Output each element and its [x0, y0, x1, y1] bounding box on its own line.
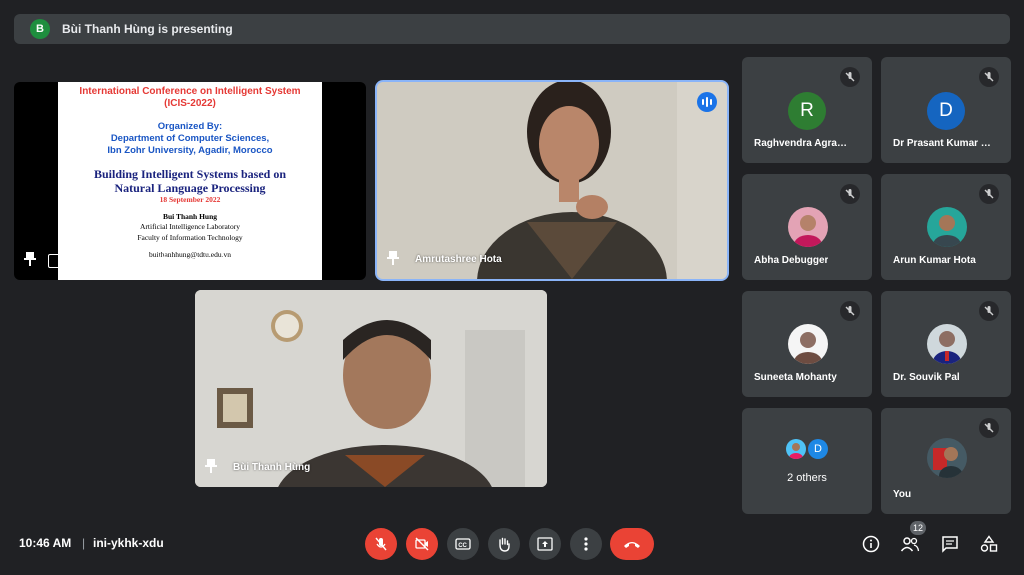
presenter-avatar: B: [30, 19, 50, 39]
captions-button[interactable]: CC: [447, 528, 479, 560]
people-icon: [900, 537, 920, 552]
avatar-small: D: [808, 439, 828, 459]
participant-video: [377, 82, 727, 279]
slide-title-line2: Natural Language Processing: [114, 181, 266, 195]
mic-toggle-button[interactable]: [365, 528, 397, 560]
slide-title-line1: Building Intelligent Systems based on: [93, 167, 287, 181]
self-tile[interactable]: You: [881, 408, 1011, 514]
presentation-label: Bùi Thanh Hùng (Presentation): [78, 255, 226, 266]
presentation-icon: [48, 254, 64, 268]
mic-off-icon: [979, 418, 999, 438]
avatar: D: [927, 92, 965, 130]
slide-conference-abbrev: (ICIS-2022): [164, 98, 216, 109]
avatar: [788, 207, 828, 247]
participant-tile[interactable]: Dr. Souvik Pal: [881, 291, 1011, 397]
participant-name: Dr. Souvik Pal: [893, 372, 960, 383]
avatar: [788, 324, 828, 364]
present-screen-icon: [537, 537, 553, 551]
info-icon: [862, 535, 880, 553]
camera-off-icon: [415, 537, 429, 551]
avatar: [927, 438, 967, 478]
avatar-small: [786, 439, 806, 459]
camera-toggle-button[interactable]: [406, 528, 438, 560]
pin-icon[interactable]: [387, 251, 399, 265]
svg-text:CC: CC: [458, 543, 467, 549]
participant-tile[interactable]: R Raghvendra Agra…: [742, 57, 872, 163]
participant-name: Bùi Thanh Hùng: [233, 462, 311, 473]
participant-name: Amrutashree Hota: [415, 254, 502, 265]
others-tile[interactable]: D 2 others: [742, 408, 872, 514]
presentation-tile[interactable]: International Conference on Intelligent …: [14, 82, 366, 280]
activities-button[interactable]: [979, 534, 999, 554]
slide-organized-by: Organized By:: [157, 121, 223, 132]
hand-icon: [499, 537, 510, 552]
activities-icon: [980, 535, 998, 552]
chat-button[interactable]: [940, 534, 960, 554]
speaking-indicator-icon: [697, 92, 717, 112]
slide-conference-line: International Conference on Intelligent …: [79, 86, 301, 97]
mic-off-icon: [979, 301, 999, 321]
video-tile-bui[interactable]: Bùi Thanh Hùng: [195, 290, 547, 487]
avatar: R: [788, 92, 826, 130]
video-tile-amrutashree[interactable]: Amrutashree Hota: [377, 82, 727, 279]
others-count: 2 others: [787, 472, 827, 484]
mic-off-icon: [840, 184, 860, 204]
leave-call-button[interactable]: [610, 528, 654, 560]
mic-off-icon: [840, 67, 860, 87]
participant-tile[interactable]: Arun Kumar Hota: [881, 174, 1011, 280]
slide-author: Bui Thanh Hung: [162, 212, 218, 221]
participant-name: Arun Kumar Hota: [893, 255, 976, 266]
people-button[interactable]: [900, 534, 920, 554]
participant-tile[interactable]: Abha Debugger: [742, 174, 872, 280]
slide-org-university: Ibn Zohr University, Agadir, Morocco: [107, 145, 273, 156]
mic-off-icon: [375, 537, 387, 551]
participant-tile[interactable]: D Dr Prasant Kumar …: [881, 57, 1011, 163]
slide-org-dept: Department of Computer Sciences,: [110, 133, 270, 144]
participant-name: You: [893, 489, 912, 500]
pin-icon[interactable]: [24, 252, 36, 266]
avatar: [927, 324, 967, 364]
meeting-code: ini-ykhk-xdu: [93, 536, 164, 550]
participant-video: [195, 290, 547, 487]
slide-affiliation-faculty: Faculty of Information Technology: [137, 233, 243, 242]
clock: 10:46 AM: [19, 536, 72, 550]
pin-icon[interactable]: [205, 459, 217, 473]
raise-hand-button[interactable]: [488, 528, 520, 560]
separator: |: [82, 536, 86, 550]
mic-off-icon: [840, 301, 860, 321]
more-options-button[interactable]: [570, 528, 602, 560]
mic-off-icon: [979, 67, 999, 87]
chat-icon: [942, 536, 958, 553]
slide-date: 18 September 2022: [159, 195, 221, 204]
presenting-banner: B Bùi Thanh Hùng is presenting: [14, 14, 1010, 44]
participant-name: Dr Prasant Kumar …: [893, 138, 991, 149]
hang-up-icon: [624, 542, 640, 548]
participant-name: Raghvendra Agra…: [754, 138, 847, 149]
presentation-slide: International Conference on Intelligent …: [58, 82, 322, 280]
participant-name: Abha Debugger: [754, 255, 829, 266]
more-vert-icon: [584, 537, 588, 551]
meeting-details-button[interactable]: [861, 534, 881, 554]
participant-count-badge: 12: [910, 521, 926, 535]
mic-off-icon: [979, 184, 999, 204]
avatar: [927, 207, 967, 247]
participant-name: Suneeta Mohanty: [754, 372, 837, 383]
presenting-text: Bùi Thanh Hùng is presenting: [62, 22, 233, 36]
slide-affiliation-lab: Artificial Intelligence Laboratory: [140, 222, 240, 231]
captions-icon: CC: [455, 538, 471, 550]
participant-tile[interactable]: Suneeta Mohanty: [742, 291, 872, 397]
present-button[interactable]: [529, 528, 561, 560]
